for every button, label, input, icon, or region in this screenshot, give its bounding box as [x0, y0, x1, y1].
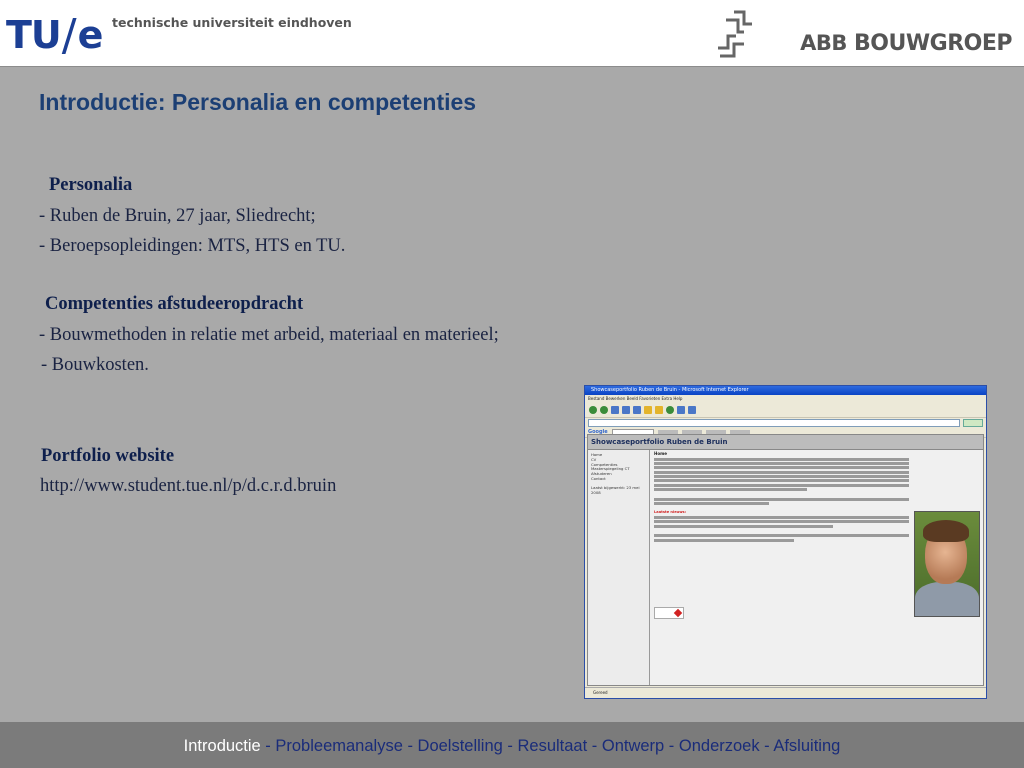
footer-bar: Introductie - Probleemanalyse - Doelstel… — [0, 722, 1024, 768]
search-icon — [644, 406, 652, 414]
website-nav-note: Laatst bijgewerkt: 23 mei 2008 — [591, 484, 640, 495]
tue-logo-tu: TU — [6, 13, 62, 57]
competenties-heading: Competenties afstudeeropdracht — [45, 294, 304, 314]
print-icon — [688, 406, 696, 414]
slide-title: Introductie: Personalia en competenties — [39, 89, 477, 115]
history-icon — [666, 406, 674, 414]
bouwgroep-text: BOUWGROEP — [854, 30, 1012, 56]
tue-logo-e: e — [77, 13, 104, 57]
mail-icon — [677, 406, 685, 414]
abb-name: ABB BOUWGROEP — [800, 31, 1012, 56]
website-content: Showcaseportfolio Ruben de Bruin Home CV… — [587, 434, 984, 686]
forward-icon — [600, 406, 608, 414]
back-icon — [589, 406, 597, 414]
nav-remaining-sections[interactable]: - Probleemanalyse - Doelstelling - Resul… — [261, 737, 840, 755]
browser-menu-bar: Bestand Bewerken Beeld Favorieten Extra … — [585, 395, 986, 403]
personalia-line-2: - Beroepsopleidingen: MTS, HTS en TU. — [39, 236, 346, 256]
home-icon — [633, 406, 641, 414]
website-news-heading: Laatste nieuws: — [654, 510, 687, 515]
tue-logo-slash: / — [61, 10, 77, 61]
browser-status-bar: Gereed — [585, 687, 986, 698]
section-navigation: Introductie - Probleemanalyse - Doelstel… — [0, 737, 1024, 756]
address-field — [588, 418, 960, 427]
competenties-line-1: - Bouwmethoden in relatie met arbeid, ma… — [39, 325, 499, 345]
competenties-line-2: - Bouwkosten. — [41, 355, 149, 375]
website-nav: Home CV Competenties Masterspiegeling CT… — [588, 450, 650, 685]
portrait-photo — [914, 511, 980, 617]
abb-emblem-icon — [718, 10, 753, 58]
refresh-icon — [622, 406, 630, 414]
portfolio-heading: Portfolio website — [41, 446, 175, 466]
favorites-icon — [655, 406, 663, 414]
browser-toolbar — [585, 403, 986, 418]
personalia-line-1: - Ruben de Bruin, 27 jaar, Sliedrecht; — [39, 206, 316, 226]
browser-title-bar: Showcaseportfolio Ruben de Bruin - Micro… — [585, 386, 986, 395]
abb-bouwgroep-logo: ABB BOUWGROEP — [714, 8, 1012, 60]
personalia-heading: Personalia — [49, 175, 133, 195]
award-logo — [654, 607, 684, 619]
browser-address-bar — [585, 418, 986, 427]
nav-current-introductie[interactable]: Introductie — [184, 737, 261, 755]
header-bar: TU / e technische universiteit eindhoven… — [0, 0, 1024, 67]
website-main-heading: Home — [654, 451, 667, 456]
go-button — [963, 418, 983, 427]
website-title: Showcaseportfolio Ruben de Bruin — [588, 435, 983, 450]
abb-text: ABB — [800, 30, 847, 55]
website-main-text: Laatste nieuws: — [654, 457, 909, 542]
university-name: technische universiteit eindhoven — [112, 15, 352, 30]
portfolio-url-link[interactable]: http://www.student.tue.nl/p/d.c.r.d.brui… — [40, 476, 336, 497]
tue-logo: TU / e — [6, 10, 104, 58]
portfolio-website-screenshot: Showcaseportfolio Ruben de Bruin - Micro… — [584, 385, 987, 699]
website-nav-item: Contact — [591, 475, 606, 481]
stop-icon — [611, 406, 619, 414]
